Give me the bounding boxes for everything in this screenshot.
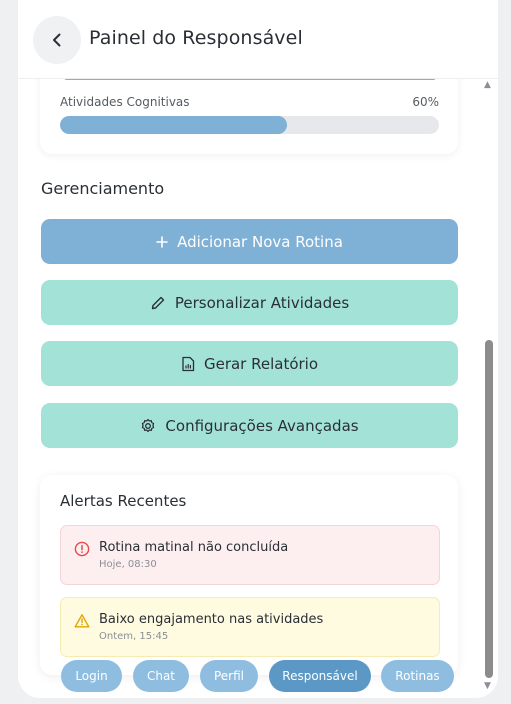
advanced-settings-button[interactable]: Configurações Avançadas xyxy=(41,403,458,448)
content-scroll-area[interactable]: Atividades Cognitivas 60% Gerenciamento … xyxy=(18,79,498,698)
scrollbar-thumb[interactable] xyxy=(485,340,493,678)
alert-item[interactable]: Baixo engajamento nas atividades Ontem, … xyxy=(60,597,440,657)
pencil-icon xyxy=(151,296,165,309)
nav-guardian-button[interactable]: Responsável xyxy=(269,660,371,692)
gear-icon xyxy=(142,418,155,432)
scroll-up-arrow-icon[interactable]: ▲ xyxy=(484,80,491,90)
plus-icon xyxy=(156,235,168,248)
progress-bar xyxy=(60,116,439,134)
progress-bar-fill xyxy=(60,116,288,134)
recent-alerts-card: Alertas Recentes Rotina matinal não conc… xyxy=(40,475,458,675)
previous-progress-bar xyxy=(64,79,436,80)
alert-text: Baixo engajamento nas atividades xyxy=(99,612,324,627)
progress-label: Atividades Cognitivas xyxy=(60,95,190,109)
nav-login-button[interactable]: Login xyxy=(61,660,122,692)
advanced-settings-label: Configurações Avançadas xyxy=(165,416,359,435)
vertical-scrollbar[interactable]: ▲ ▼ xyxy=(484,80,494,694)
warning-triangle-icon xyxy=(74,614,90,628)
alert-item[interactable]: Rotina matinal não concluída Hoje, 08:30 xyxy=(60,525,440,585)
top-bar: Painel do Responsável xyxy=(18,0,498,79)
back-button[interactable] xyxy=(33,16,81,64)
nav-chat-button[interactable]: Chat xyxy=(133,660,189,692)
generate-report-label: Gerar Relatório xyxy=(203,354,319,373)
add-routine-button[interactable]: Adicionar Nova Rotina xyxy=(41,219,458,264)
management-title: Gerenciamento xyxy=(41,179,165,198)
bottom-navigation: Login Chat Perfil Responsável Rotinas xyxy=(18,660,498,694)
app-screen: Painel do Responsável Atividades Cogniti… xyxy=(18,0,498,698)
nav-profile-button[interactable]: Perfil xyxy=(200,660,258,692)
add-routine-label: Adicionar Nova Rotina xyxy=(177,232,343,251)
error-circle-icon xyxy=(74,541,90,557)
alert-text: Rotina matinal não concluída xyxy=(99,540,289,555)
nav-routines-button[interactable]: Rotinas xyxy=(381,660,454,692)
progress-value: 60% xyxy=(412,95,439,109)
alert-time: Ontem, 15:45 xyxy=(99,631,169,642)
customize-activities-button[interactable]: Personalizar Atividades xyxy=(41,280,458,325)
customize-activities-label: Personalizar Atividades xyxy=(174,293,350,312)
alert-time: Hoje, 08:30 xyxy=(99,559,157,570)
scroll-down-arrow-icon[interactable]: ▼ xyxy=(484,681,491,691)
generate-report-button[interactable]: Gerar Relatório xyxy=(41,341,458,386)
page-title: Painel do Responsável xyxy=(89,27,303,49)
report-icon xyxy=(182,356,195,371)
alerts-title: Alertas Recentes xyxy=(60,492,187,510)
chevron-left-icon xyxy=(53,33,61,47)
